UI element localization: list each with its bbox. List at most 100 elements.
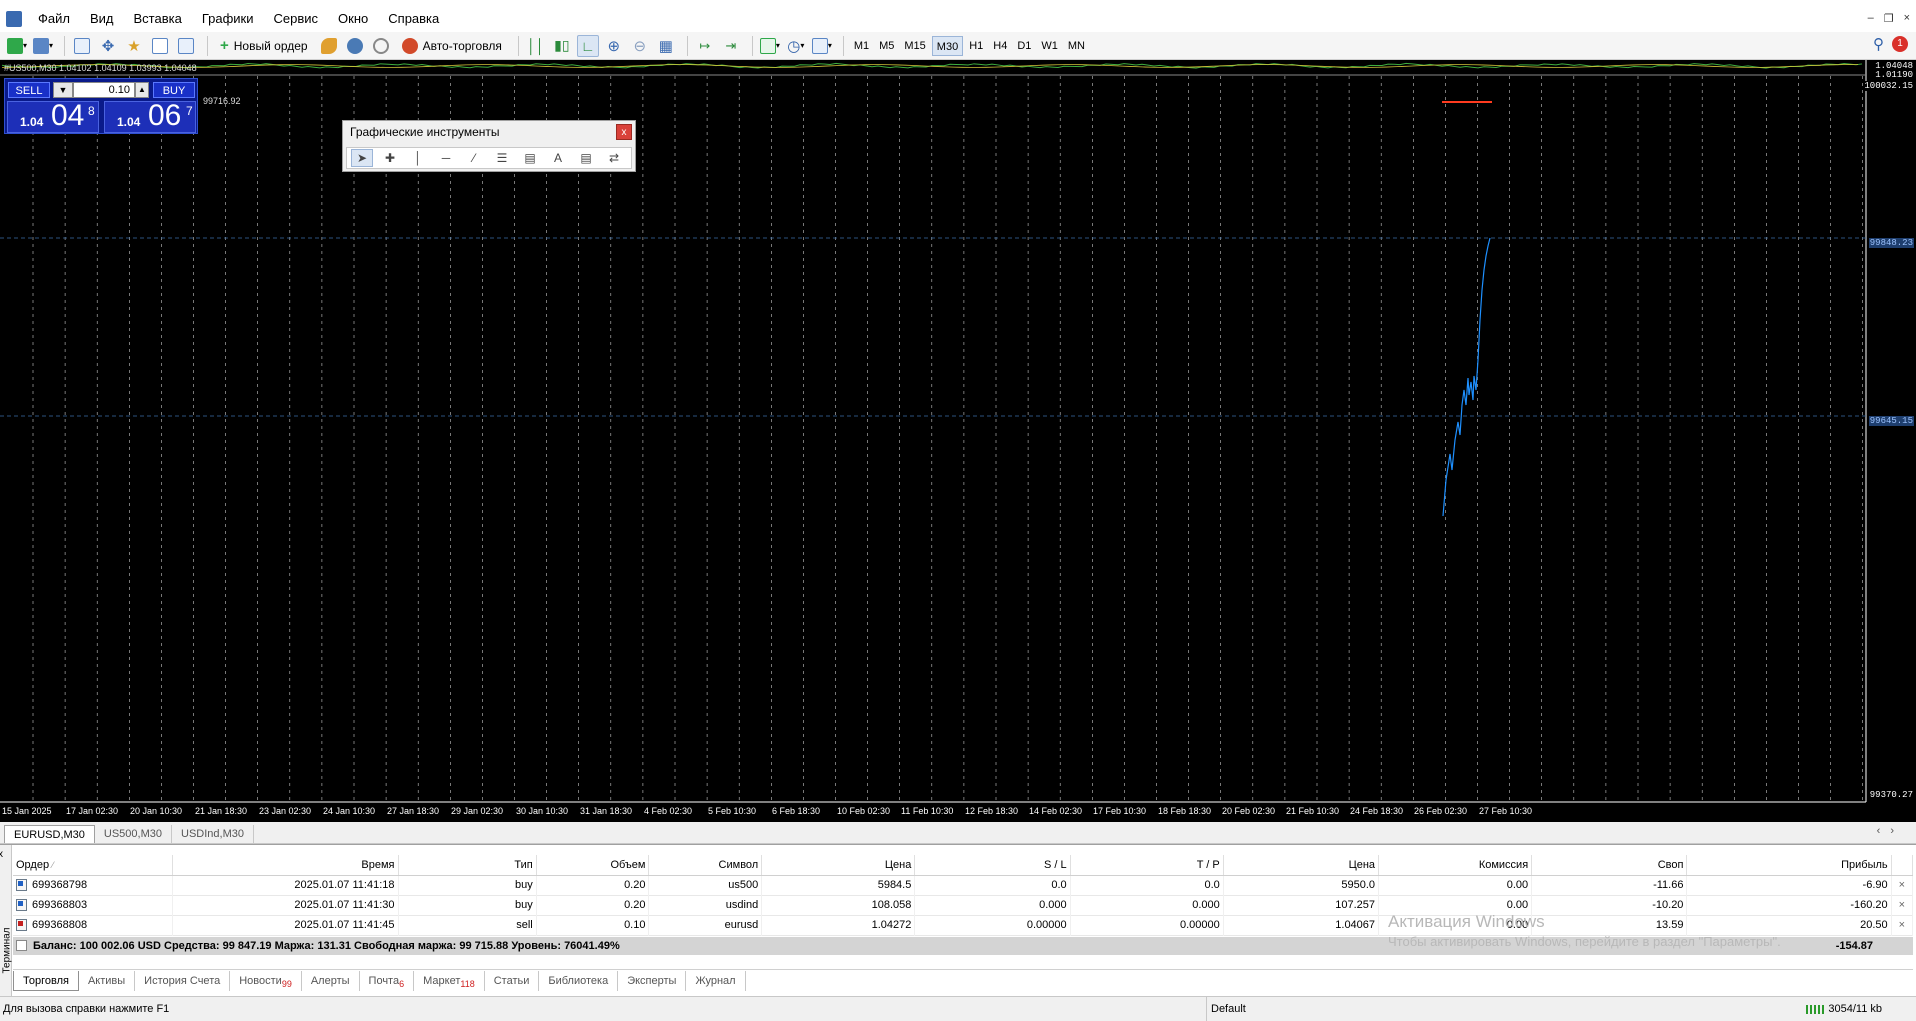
crosshair-tool-icon[interactable]: ✚ xyxy=(379,149,401,167)
chart-window[interactable]: #US500,M30 1.04102 1.04109 1.03993 1.040… xyxy=(0,60,1916,822)
templates-button[interactable]: ▾ xyxy=(811,35,833,57)
col-tp[interactable]: T / P xyxy=(1070,855,1224,876)
meta-editor-button[interactable] xyxy=(318,35,340,57)
col-profit[interactable]: Прибыль xyxy=(1686,855,1892,876)
terminal-tab-5[interactable]: Почта6 xyxy=(360,970,415,991)
timeframe-m15[interactable]: M15 xyxy=(900,36,929,56)
terminal-tab-0[interactable]: Торговля xyxy=(13,970,79,991)
chart-tab-usdind[interactable]: USDInd,M30 xyxy=(172,825,254,843)
timeframe-h1[interactable]: H1 xyxy=(965,36,987,56)
terminal-tab-9[interactable]: Эксперты xyxy=(618,970,687,991)
bid-price[interactable]: 1.04 04 8 xyxy=(7,100,99,133)
terminal-button[interactable] xyxy=(149,35,171,57)
timeframe-m5[interactable]: M5 xyxy=(875,36,898,56)
terminal-tab-7[interactable]: Статьи xyxy=(485,970,540,991)
menu-charts[interactable]: Графики xyxy=(192,6,264,32)
candle-chart-button[interactable]: ▮▯ xyxy=(551,35,573,57)
buy-button[interactable]: BUY xyxy=(153,82,195,98)
close-order-icon[interactable]: × xyxy=(1891,915,1914,935)
order-sl[interactable]: 0.00000 xyxy=(914,915,1071,935)
text-label-icon[interactable]: ▤ xyxy=(575,149,597,167)
col-type[interactable]: Тип xyxy=(398,855,537,876)
chart-tab-eurusd[interactable]: EURUSD,M30 xyxy=(4,825,95,843)
zoom-in-button[interactable]: ⊕ xyxy=(603,35,625,57)
terminal-close-icon[interactable]: x xyxy=(0,849,3,860)
menu-help[interactable]: Справка xyxy=(378,6,449,32)
menu-insert[interactable]: Вставка xyxy=(124,6,192,32)
close-icon[interactable]: × xyxy=(1904,12,1910,25)
col-current-price[interactable]: Цена xyxy=(1223,855,1380,876)
periods-button[interactable]: ◷ ▾ xyxy=(785,35,807,57)
market-button[interactable] xyxy=(370,35,392,57)
close-order-icon[interactable]: × xyxy=(1891,875,1914,895)
terminal-tab-8[interactable]: Библиотека xyxy=(539,970,619,991)
new-chart-button[interactable]: ▾ xyxy=(6,35,28,57)
signals-button[interactable] xyxy=(344,35,366,57)
notification-badge[interactable]: 1 xyxy=(1892,36,1908,52)
profiles-button[interactable]: ▾ xyxy=(32,35,54,57)
timeframe-m1[interactable]: M1 xyxy=(850,36,873,56)
indicators-button[interactable]: ▾ xyxy=(759,35,781,57)
terminal-tab-4[interactable]: Алерты xyxy=(302,970,360,991)
lot-spin-icon[interactable]: ▲ xyxy=(135,82,149,98)
market-watch-button[interactable] xyxy=(71,35,93,57)
lot-dropdown-icon[interactable]: ▼ xyxy=(53,82,73,98)
col-price[interactable]: Цена xyxy=(761,855,916,876)
order-tp[interactable]: 0.00000 xyxy=(1070,915,1224,935)
chart-shift-button[interactable]: ↦ xyxy=(694,35,716,57)
menu-file[interactable]: Файл xyxy=(28,6,80,32)
order-sl[interactable]: 0.0 xyxy=(914,875,1071,895)
fibonacci-icon[interactable]: ▤ xyxy=(519,149,541,167)
tester-button[interactable] xyxy=(175,35,197,57)
terminal-tab-6[interactable]: Маркет118 xyxy=(414,970,485,991)
order-tp[interactable]: 0.0 xyxy=(1070,875,1224,895)
timeframe-w1[interactable]: W1 xyxy=(1037,36,1062,56)
col-sl[interactable]: S / L xyxy=(914,855,1071,876)
terminal-tab-3[interactable]: Новости99 xyxy=(230,970,302,991)
restore-icon[interactable]: ❐ xyxy=(1884,12,1894,25)
close-order-icon[interactable]: × xyxy=(1891,895,1914,915)
minimize-icon[interactable]: – xyxy=(1868,12,1874,25)
order-tp[interactable]: 0.000 xyxy=(1070,895,1224,915)
sell-button[interactable]: SELL xyxy=(8,82,50,98)
autoscroll-button[interactable]: ⇥ xyxy=(720,35,742,57)
col-symbol[interactable]: Символ xyxy=(648,855,763,876)
lot-input[interactable]: 0.10 xyxy=(73,82,135,98)
col-order[interactable]: Ордер ⁄ xyxy=(13,855,174,876)
timeframe-d1[interactable]: D1 xyxy=(1013,36,1035,56)
order-sl[interactable]: 0.000 xyxy=(914,895,1071,915)
bar-chart-button[interactable]: ││ xyxy=(525,35,547,57)
trendline-icon[interactable]: ⁄ xyxy=(463,149,485,167)
autotrading-button[interactable]: Авто-торговля xyxy=(396,35,508,57)
data-window-button[interactable]: ✥ xyxy=(97,35,119,57)
tab-scroll-arrows-icon[interactable]: ‹› xyxy=(1877,825,1904,837)
order-row[interactable]: 699368798 2025.01.07 11:41:18 buy 0.20 u… xyxy=(13,875,1914,895)
search-icon[interactable]: ⚲ xyxy=(1873,35,1884,53)
col-swap[interactable]: Своп xyxy=(1531,855,1688,876)
col-commission[interactable]: Комиссия xyxy=(1378,855,1533,876)
arrows-icon[interactable]: ⇄ xyxy=(603,149,625,167)
graphic-tools-close-button[interactable]: x xyxy=(616,124,632,140)
new-order-button[interactable]: + Новый ордер xyxy=(214,35,314,57)
terminal-tab-2[interactable]: История Счета xyxy=(135,970,231,991)
timeframe-h4[interactable]: H4 xyxy=(989,36,1011,56)
zoom-out-button[interactable]: ⊖ xyxy=(629,35,651,57)
channel-icon[interactable]: ☰ xyxy=(491,149,513,167)
vertical-line-icon[interactable]: │ xyxy=(407,149,429,167)
chart-tab-us500[interactable]: US500,M30 xyxy=(95,825,172,843)
menu-window[interactable]: Окно xyxy=(328,6,378,32)
terminal-tab-1[interactable]: Активы xyxy=(79,970,136,991)
terminal-tab-10[interactable]: Журнал xyxy=(686,970,746,991)
menu-view[interactable]: Вид xyxy=(80,6,124,32)
col-time[interactable]: Время xyxy=(172,855,399,876)
col-volume[interactable]: Объем xyxy=(536,855,650,876)
menu-tools[interactable]: Сервис xyxy=(264,6,329,32)
cursor-icon[interactable]: ➤ xyxy=(351,149,373,167)
ask-price[interactable]: 1.04 06 7 xyxy=(104,100,196,133)
timeframe-m30[interactable]: M30 xyxy=(931,35,964,56)
timeframe-mn[interactable]: MN xyxy=(1064,36,1089,56)
text-icon[interactable]: A xyxy=(547,149,569,167)
tile-windows-button[interactable]: ▦ xyxy=(655,35,677,57)
line-chart-button[interactable]: ∟ xyxy=(576,34,599,57)
navigator-button[interactable]: ★ xyxy=(123,35,145,57)
